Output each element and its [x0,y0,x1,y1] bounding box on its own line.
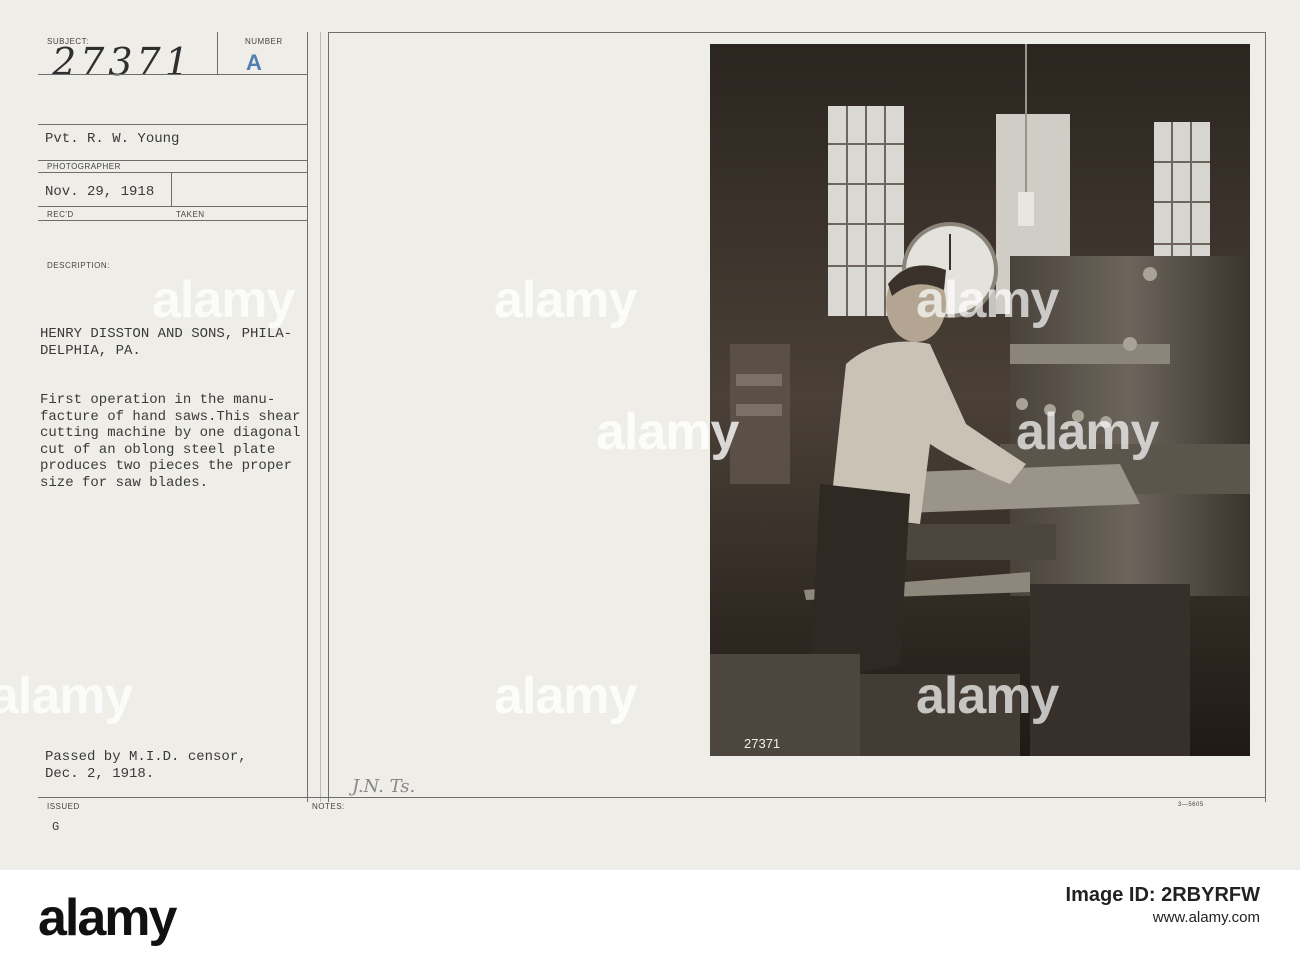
notes-handwriting: J.N. Ts. [352,776,416,797]
alamy-logo: alamy [38,889,177,947]
watermark-left-1: alamy [152,271,295,329]
bottom-rule [38,797,1266,798]
photographer-top-rule [38,124,308,125]
watermark-photo-2: alamy [1016,403,1159,461]
image-id: Image ID: 2RBYRFW [1065,884,1260,906]
issued-value: G [52,820,60,834]
date-rule [38,206,308,207]
watermark-photo-3: alamy [916,667,1059,725]
date-divider [171,173,172,207]
notes-label: NOTES: [312,802,345,811]
watermark-photo-1: alamy [916,271,1059,329]
subject-value: 27371 [52,40,193,84]
received-date: Nov. 29, 1918 [45,184,155,200]
date-top-rule [38,172,308,173]
image-id-block: Image ID: 2RBYRFW www.alamy.com [1066,882,1260,926]
header-rule [38,74,308,75]
issued-label: ISSUED [47,802,80,811]
received-label: REC'D [47,210,74,219]
description-body: First operation in the manu- facture of … [40,392,301,491]
watermark-center-3: alamy [494,667,637,725]
record-card: SUBJECT: NUMBER 27371 A Pvt. R. W. Young… [0,0,1300,870]
watermark-center-2: alamy [596,403,739,461]
photographer-rule [38,160,308,161]
taken-label: TAKEN [176,210,205,219]
stock-banner: alamy Image ID: 2RBYRFW www.alamy.com [0,870,1300,963]
description-label: DESCRIPTION: [47,261,110,270]
factory-photograph: 27371 [710,44,1250,756]
form-number: 3—5605 [1178,802,1204,808]
watermark-left-2: alamy [0,667,133,725]
negative-number: 27371 [744,736,780,751]
number-value: A [246,50,262,75]
left-column-divider [307,32,308,802]
shear-machine-photo-illustration: 27371 [710,44,1250,756]
photographer-name: Pvt. R. W. Young [45,131,180,147]
site-url[interactable]: www.alamy.com [1066,909,1260,926]
description-heading: HENRY DISSTON AND SONS, PHILA- DELPHIA, … [40,326,293,359]
subject-number-divider [217,32,218,74]
number-label: NUMBER [245,37,283,46]
frame-line-top [328,32,1266,33]
photographer-label: PHOTOGRAPHER [47,162,121,171]
censor-note: Passed by M.I.D. censor, Dec. 2, 1918. [45,749,247,782]
frame-line-divider [320,32,321,802]
watermark-center-1: alamy [494,271,637,329]
frame-line-right [1265,32,1266,802]
frame-line-left [328,32,329,802]
taken-rule [38,220,308,221]
